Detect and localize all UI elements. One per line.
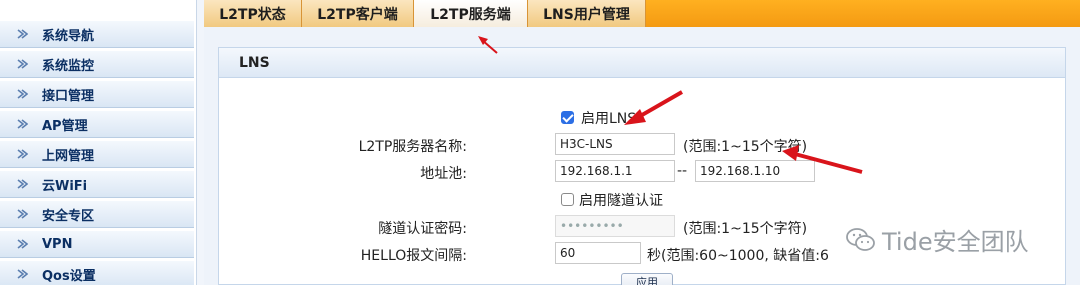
arrow-icon xyxy=(17,269,28,279)
tunnel-password-label: 隧道认证密码: xyxy=(378,221,467,237)
arrow-icon xyxy=(17,59,28,69)
server-name-input[interactable] xyxy=(555,133,675,155)
sidebar-item-ap[interactable]: AP管理 xyxy=(0,110,194,138)
sidebar-item-label: 上网管理 xyxy=(42,148,95,164)
sidebar-item-qos[interactable]: Qos设置 xyxy=(0,260,194,285)
sidebar-item-vpn[interactable]: VPN xyxy=(0,230,194,258)
tab-l2tp-client[interactable]: L2TP客户端 xyxy=(302,0,414,27)
tunnel-auth-checkbox[interactable] xyxy=(561,193,574,206)
sidebar: 系统导航 系统监控 接口管理 AP管理 上网管理 云WiFi 安全专区 VPN … xyxy=(0,0,196,285)
tab-l2tp-server[interactable]: L2TP服务端 xyxy=(414,0,528,28)
hello-interval-label: HELLO报文间隔: xyxy=(360,248,467,264)
tab-lns-user-management[interactable]: LNS用户管理 xyxy=(528,0,646,27)
tunnel-password-input[interactable] xyxy=(555,215,675,237)
apply-button[interactable]: 应用 xyxy=(621,273,673,285)
enable-lns-label: 启用LNS xyxy=(581,111,637,127)
sidebar-item-label: AP管理 xyxy=(42,118,88,134)
sidebar-item-label: 安全专区 xyxy=(42,208,95,224)
panel-title: LNS xyxy=(219,48,1065,78)
sidebar-item-label: Qos设置 xyxy=(42,268,96,284)
tab-bar: L2TP状态 L2TP客户端 L2TP服务端 LNS用户管理 xyxy=(204,0,1080,28)
wechat-icon xyxy=(846,227,875,251)
sidebar-item-label: 系统导航 xyxy=(42,28,95,44)
server-name-hint: (范围:1~15个字符) xyxy=(683,139,808,155)
sidebar-item-interface[interactable]: 接口管理 xyxy=(0,80,194,108)
sidebar-item-system-nav[interactable]: 系统导航 xyxy=(0,20,194,48)
address-pool-separator: -- xyxy=(677,163,688,179)
sidebar-item-cloud-wifi[interactable]: 云WiFi xyxy=(0,170,194,198)
tab-l2tp-status[interactable]: L2TP状态 xyxy=(204,0,302,27)
server-name-label: L2TP服务器名称: xyxy=(358,139,467,155)
tunnel-password-hint: (范围:1~15个字符) xyxy=(683,221,808,237)
watermark-text: Tide安全团队 xyxy=(882,228,1029,256)
hello-interval-input[interactable] xyxy=(555,242,641,264)
sidebar-item-label: 系统监控 xyxy=(42,58,95,74)
arrow-icon xyxy=(17,179,28,189)
arrow-icon xyxy=(17,149,28,159)
address-pool-end-input[interactable] xyxy=(695,160,815,182)
hello-interval-hint: 秒(范围:60~1000, 缺省值:6 xyxy=(647,248,829,264)
watermark: Tide安全团队 xyxy=(846,222,1029,257)
enable-lns-checkbox[interactable] xyxy=(561,111,574,124)
address-pool-label: 地址池: xyxy=(420,166,467,182)
sidebar-item-label: 接口管理 xyxy=(42,88,95,104)
arrow-icon xyxy=(17,239,28,249)
arrow-icon xyxy=(17,89,28,99)
sidebar-item-label: 云WiFi xyxy=(42,178,88,194)
sidebar-item-internet[interactable]: 上网管理 xyxy=(0,140,194,168)
sidebar-item-security[interactable]: 安全专区 xyxy=(0,200,194,228)
arrow-icon xyxy=(17,29,28,39)
arrow-icon xyxy=(17,209,28,219)
sidebar-divider xyxy=(196,0,204,285)
tunnel-auth-label: 启用隧道认证 xyxy=(579,193,663,209)
sidebar-item-system-monitor[interactable]: 系统监控 xyxy=(0,50,194,78)
arrow-icon xyxy=(17,119,28,129)
sidebar-item-label: VPN xyxy=(42,236,73,252)
address-pool-start-input[interactable] xyxy=(555,160,675,182)
